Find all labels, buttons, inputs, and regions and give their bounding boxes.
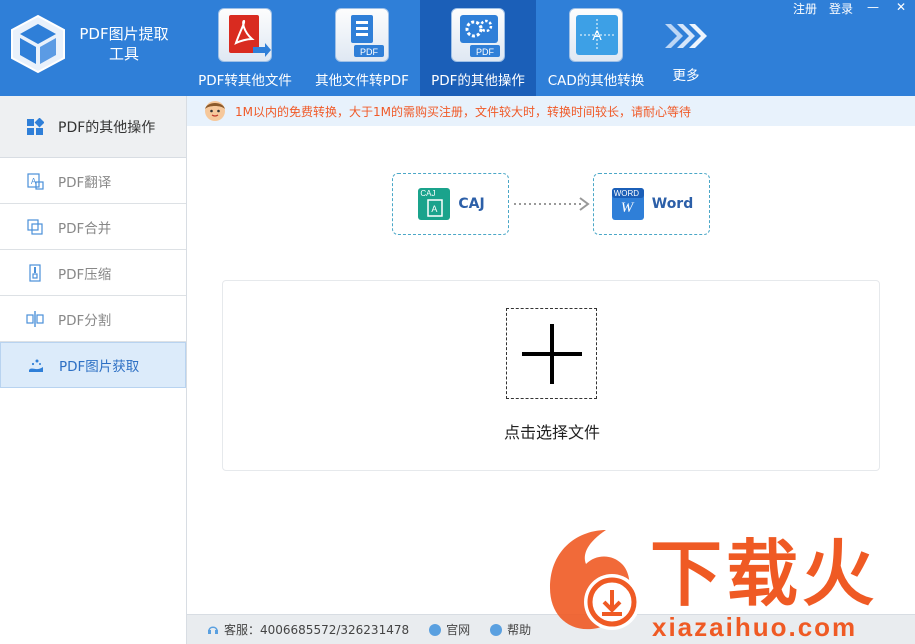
mascot-icon [203,99,227,123]
sidebar-header: PDF的其他操作 [0,96,186,158]
word-glyph: W [620,200,634,216]
nav-other-to-pdf[interactable]: PDF 其他文件转PDF [310,0,414,96]
image-extract-icon [27,356,45,374]
top-toolbar: PDF图片提取工具 PDF转其他文件 PDF 其他文件转PDF PDF PDF的… [0,0,915,96]
app-logo-icon [10,14,66,74]
translate-icon: A [26,172,44,190]
login-link[interactable]: 登录 [829,0,853,17]
sidebar-item-label: PDF分割 [58,312,112,329]
notice-text: 1M以内的免费转换，大于1M的需购买注册，文件较大时，转换时间较长，请耐心等待 [235,104,691,119]
service-text: 客服：4006685572/326231478 [224,623,410,637]
sidebar-item-label: PDF图片获取 [59,359,140,375]
nav-label: PDF转其他文件 [198,73,292,89]
help-link[interactable]: 帮助 [490,621,531,638]
sidebar-item-split[interactable]: PDF分割 [0,296,186,342]
minimize-button[interactable]: — [859,0,887,16]
grid-icon [26,117,44,136]
website-label: 官网 [446,623,471,637]
sidebar-item-merge[interactable]: PDF合并 [0,204,186,250]
caj-file-icon: CAJ A [416,186,452,222]
add-file-button[interactable] [506,308,597,399]
doc-to-pdf-icon: PDF [335,8,389,62]
pdf-acrobat-icon [218,8,272,62]
sidebar: PDF的其他操作 A PDF翻译 PDF合并 PDF压缩 PDF分割 PDF图片… [0,96,187,644]
split-icon [26,310,44,328]
pdf-gear-icon: PDF [451,8,505,62]
register-link[interactable]: 注册 [793,0,817,17]
merge-icon [26,218,44,236]
word-badge: WORD [613,189,640,198]
file-drop-area[interactable]: 点击选择文件 [222,280,880,471]
sidebar-item-image-extract[interactable]: PDF图片获取 [0,342,186,388]
svg-text:PDF: PDF [360,47,379,57]
nav-label: PDF的其他操作 [431,73,525,89]
website-link[interactable]: 官网 [429,621,470,638]
caj-badge: CAJ [420,189,436,198]
service-info: 客服：4006685572/326231478 [207,621,409,638]
source-format-box: CAJ A CAJ [392,173,509,235]
nav-label: 其他文件转PDF [315,73,409,89]
window-controls: 注册 登录 — ✕ [787,0,915,16]
target-format-box: WORD W Word [593,173,710,235]
headset-icon [207,624,219,636]
more-arrows-icon [661,16,711,56]
svg-text:A: A [592,27,602,43]
close-button[interactable]: ✕ [887,0,915,16]
help-label: 帮助 [507,623,532,637]
watermark-text: 下载火 [650,532,879,616]
help-icon [490,623,503,636]
compress-icon [26,263,44,282]
nav-label: CAD的其他转换 [547,73,645,89]
word-file-icon: WORD W [610,186,646,222]
arrow-icon [512,196,592,212]
target-format-label: Word [651,196,694,212]
nav-pdf-other-ops[interactable]: PDF PDF的其他操作 [420,0,536,96]
source-format-label: CAJ [458,196,485,212]
sidebar-item-compress[interactable]: PDF压缩 [0,250,186,296]
sidebar-header-label: PDF的其他操作 [58,119,156,136]
nav-cad-convert[interactable]: A CAD的其他转换 [543,0,649,96]
plus-icon [522,324,582,384]
sidebar-item-label: PDF合并 [58,220,112,237]
caj-glyph: A [431,204,438,214]
sidebar-item-label: PDF压缩 [58,266,112,283]
sidebar-item-label: PDF翻译 [58,174,112,191]
nav-pdf-to-other[interactable]: PDF转其他文件 [193,0,297,96]
nav-label: 更多 [672,68,700,84]
watermark-logo: 下载火 xiazaihuo.com [540,528,915,644]
cad-icon: A [569,8,623,62]
svg-text:PDF: PDF [476,47,495,57]
watermark-url: xiazaihuo.com [652,612,858,642]
select-file-label[interactable]: 点击选择文件 [223,419,881,443]
nav-more[interactable]: 更多 [660,0,712,96]
sidebar-item-translate[interactable]: A PDF翻译 [0,158,186,204]
home-icon [429,623,442,636]
app-title: PDF图片提取工具 [79,25,169,63]
notice-bar: 1M以内的免费转换，大于1M的需购买注册，文件较大时，转换时间较长，请耐心等待 [187,96,915,126]
